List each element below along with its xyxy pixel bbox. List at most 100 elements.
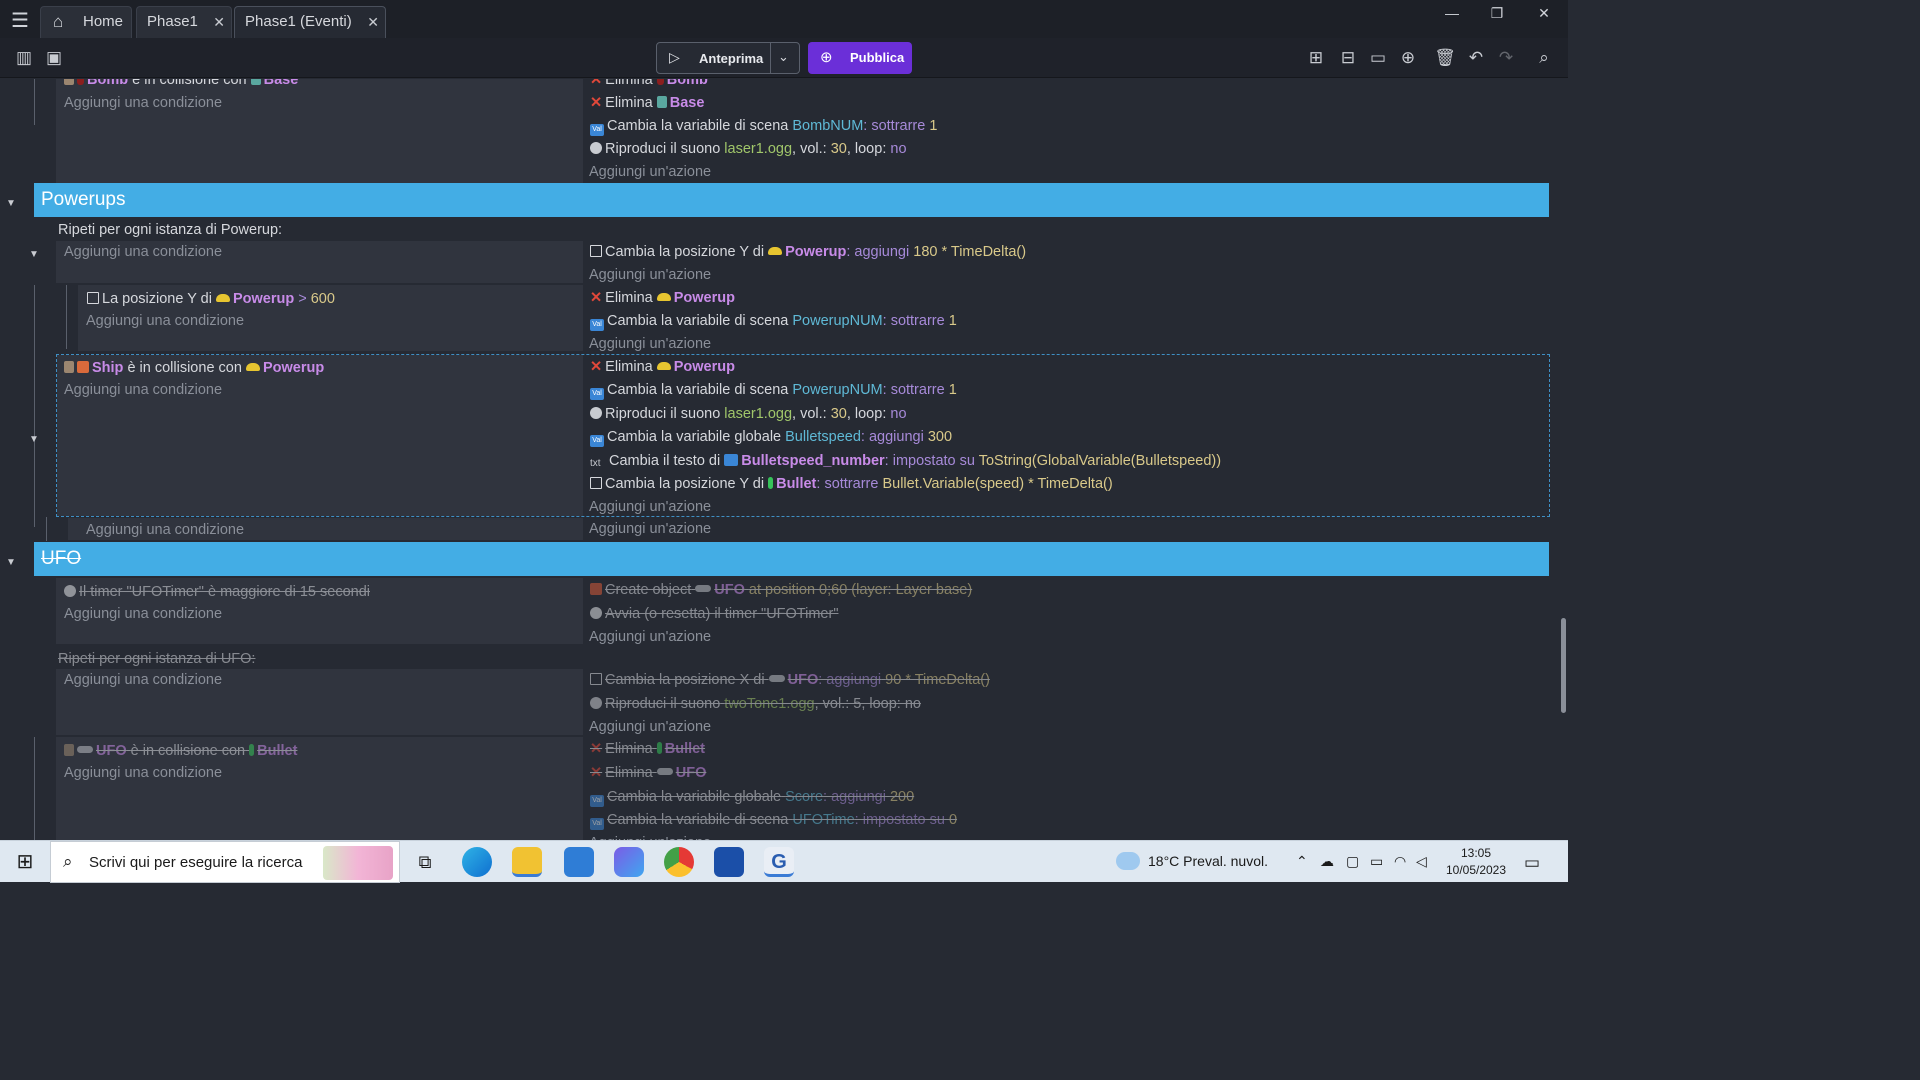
chevron-down-icon[interactable]: ⌄ [778,49,789,65]
add-action-link[interactable]: Aggiungi un'azione [589,263,711,287]
file-explorer-icon[interactable] [512,847,542,877]
vertical-scrollbar[interactable] [1561,618,1566,713]
action-text: Cambia la variabile di scena [607,313,789,329]
collision-icon [64,744,74,756]
preview-button[interactable]: ▷ Anteprima ⌄ [656,42,800,74]
collapse-arrow-icon[interactable]: ▼ [29,434,39,445]
collapse-arrow-icon[interactable]: ▼ [6,198,16,209]
action-row[interactable]: ✕ Elimina Powerup [590,286,735,310]
taskbar-search[interactable]: ⌕ Scrivi qui per eseguire la ricerca [50,841,400,883]
gdevelop-icon[interactable]: G [764,847,794,877]
group-ufo[interactable]: UFO [34,542,1549,576]
action-row[interactable]: Val Cambia la variabile di scena PowerupN… [590,378,957,402]
condition-row[interactable]: UFO è in collisione con Bullet [64,739,297,763]
action-row[interactable]: ✕ Elimina Powerup [590,355,735,379]
project-manager-icon[interactable]: ▥ [12,47,36,69]
repeat-header[interactable]: Ripeti per ogni istanza di Powerup: [58,218,282,242]
operator: > [298,291,307,307]
wifi-icon[interactable]: ◠ [1394,853,1406,870]
close-window-icon[interactable]: ✕ [1524,2,1564,24]
add-icon[interactable]: ⊕ [1396,47,1420,69]
action-text: Cambia la variabile globale [607,429,782,445]
publish-button[interactable]: ⊕ Pubblica [808,42,912,74]
clock[interactable]: 13:05 10/05/2023 [1444,845,1508,879]
undo-icon[interactable]: ↶ [1464,47,1488,69]
add-condition-link[interactable]: Aggiungi una condizione [64,602,222,626]
add-action-link[interactable]: Aggiungi un'azione [589,495,711,519]
redo-icon[interactable]: ↷ [1494,47,1518,69]
action-row[interactable]: Cambia la posizione Y di Powerup: aggiun… [590,240,1026,264]
action-row[interactable]: ✕ Elimina UFO [590,761,706,785]
condition-row[interactable]: Ship è in collisione con Powerup [64,356,324,380]
minimize-icon[interactable]: — [1432,2,1472,24]
copilot-icon[interactable] [614,847,644,877]
action-row[interactable]: Val Cambia la variabile di scena UFOTime:… [590,808,957,832]
sound-icon [590,407,602,419]
action-row[interactable]: txt Cambia il testo di Bulletspeed_number… [590,449,1221,473]
add-condition-link[interactable]: Aggiungi una condizione [64,91,222,115]
add-event-icon[interactable]: ⊞ [1304,47,1328,69]
action-row[interactable]: Avvia (o resetta) il timer "UFOTimer" [590,602,838,626]
chrome-icon[interactable] [664,847,694,877]
task-view-icon[interactable]: ⧉ [410,847,440,877]
action-text: Cambia il testo di [609,453,721,469]
tab-phase1-events[interactable]: Phase1 (Eventi) ✕ [234,6,386,38]
add-action-link[interactable]: Aggiungi un'azione [589,831,711,840]
action-row[interactable]: Riproduci il suono laser1.ogg, vol.: 30,… [590,402,907,426]
add-action-link[interactable]: Aggiungi un'azione [589,625,711,649]
add-condition-link[interactable]: Aggiungi una condizione [64,378,222,402]
add-condition-link[interactable]: Aggiungi una condizione [64,240,222,264]
add-condition-link[interactable]: Aggiungi una condizione [64,761,222,785]
edge-icon[interactable] [462,847,492,877]
weather-text[interactable]: 18°C Preval. nuvol. [1148,853,1268,869]
object-name: Powerup [262,360,325,376]
action-row[interactable]: Val Cambia la variabile globale Bulletspe… [590,425,952,449]
delete-icon[interactable]: 🗑 [1433,47,1457,69]
action-text: Elimina [605,290,653,306]
notifications-icon[interactable]: ▭ [1524,853,1540,873]
action-row[interactable]: Riproduci il suono laser1.ogg, vol.: 30,… [590,137,907,161]
action-row[interactable]: Val Cambia la variabile di scena PowerupN… [590,309,957,333]
add-condition-link[interactable]: Aggiungi una condizione [64,668,222,692]
close-tab-icon[interactable]: ✕ [213,7,225,37]
windows-start-icon[interactable]: ⊞ [10,847,40,877]
collapse-arrow-icon[interactable]: ▼ [6,557,16,568]
collision-icon [64,361,74,373]
restore-icon[interactable]: ❐ [1477,2,1517,24]
add-action-link[interactable]: Aggiungi un'azione [589,517,711,541]
close-tab-icon[interactable]: ✕ [367,7,379,37]
condition-row[interactable]: Il timer "UFOTimer" è maggiore di 15 sec… [64,580,370,604]
chevron-up-icon[interactable]: ⌃ [1296,853,1308,870]
search-icon[interactable]: ⌕ [1532,47,1556,69]
variable-name: BombNUM [792,118,864,134]
cloud-icon[interactable]: ☁ [1320,853,1334,870]
battery-icon[interactable]: ▭ [1370,853,1383,870]
action-row[interactable]: Val Cambia la variabile di scena BombNUM:… [590,114,937,138]
action-row[interactable]: ✕ Elimina Base [590,91,704,115]
collapse-arrow-icon[interactable]: ▼ [29,249,39,260]
group-powerups[interactable]: Powerups [34,183,1549,217]
tab-phase1[interactable]: Phase1 ✕ [136,6,232,38]
store-icon[interactable] [714,847,744,877]
action-row[interactable]: ✕ Elimina Bullet [590,737,705,761]
action-row[interactable]: Create object UFO at position 0;60 (laye… [590,578,972,602]
action-row[interactable]: Cambia la posizione X di UFO: aggiungi 9… [590,668,990,692]
add-subevent-icon[interactable]: ⊟ [1336,47,1360,69]
action-row[interactable]: Val Cambia la variabile globale Score: ag… [590,785,914,809]
add-comment-icon[interactable]: ▭ [1366,47,1390,69]
action-row[interactable]: Cambia la posizione Y di Bullet: sottrar… [590,472,1113,496]
action-row[interactable]: Riproduci il suono twoTone1.ogg, vol.: 5… [590,692,921,716]
add-action-link[interactable]: Aggiungi un'azione [589,160,711,184]
mail-icon[interactable] [564,847,594,877]
tab-home[interactable]: ⌂ Home [40,6,132,38]
add-condition-link[interactable]: Aggiungi una condizione [86,518,244,542]
add-action-link[interactable]: Aggiungi un'azione [589,332,711,356]
add-condition-link[interactable]: Aggiungi una condizione [86,309,244,333]
hamburger-menu-icon[interactable]: ☰ [6,8,34,34]
condition-row[interactable]: La posizione Y di Powerup > 600 [87,287,335,311]
add-action-link[interactable]: Aggiungi un'azione [589,715,711,739]
meet-icon[interactable]: ▢ [1346,853,1359,870]
save-icon[interactable]: ▣ [42,47,66,69]
weather-icon[interactable] [1116,852,1140,870]
volume-icon[interactable]: ◁ [1416,853,1427,870]
